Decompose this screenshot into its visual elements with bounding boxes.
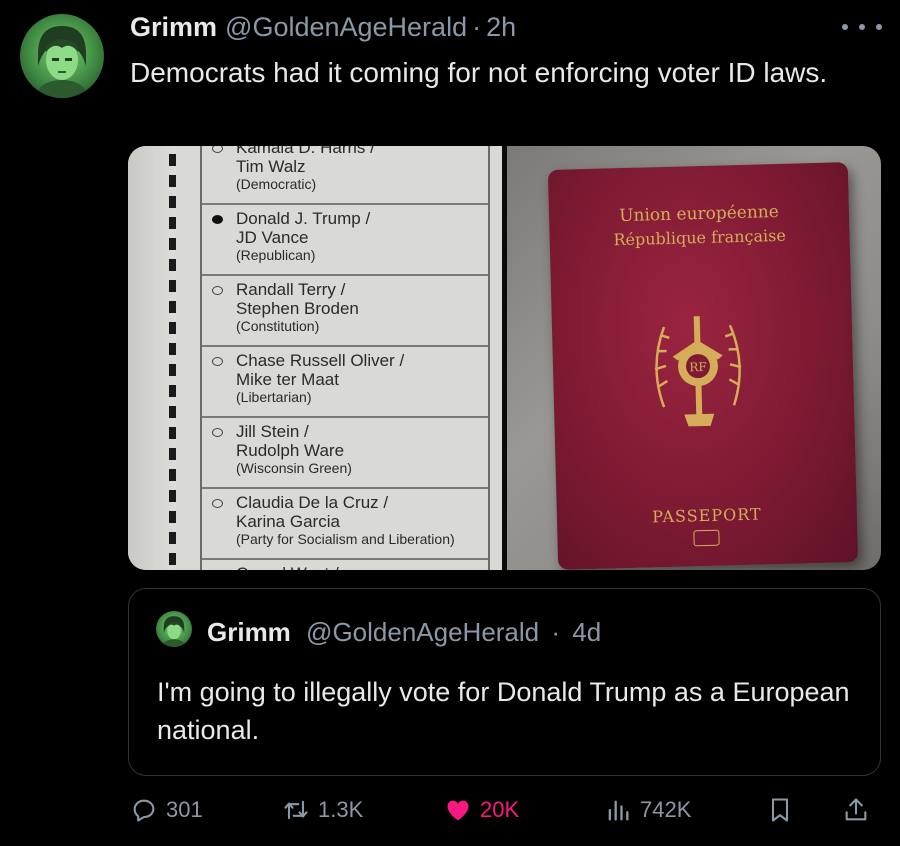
ballot-candidate-row: Claudia De la Cruz / Karina Garcia (Party … [202, 489, 488, 560]
ballot-timing-strip [128, 146, 176, 570]
ballot-bubble [212, 286, 223, 295]
ballot-candidate-row: Jill Stein / Rudolph Ware (Wisconsin Green… [202, 418, 488, 489]
ballot-candidate-row: Chase Russell Oliver / Mike ter Maat (Libe… [202, 347, 488, 418]
repost-icon [284, 800, 308, 820]
repost-count: 1.3K [318, 797, 364, 822]
like-count: 20K [480, 797, 520, 822]
ballot-candidate-line1: Claudia De la Cruz / [236, 493, 389, 512]
biometric-chip-icon [693, 529, 720, 547]
ballot-candidate-party: (Constitution) [236, 318, 320, 334]
avatar-portrait-icon [162, 616, 186, 647]
ballot-candidate-party: (Democratic) [236, 176, 317, 192]
ballot-timing-mark [169, 511, 176, 523]
ballot-candidate-line2: Karina Garcia [236, 512, 340, 531]
ballot-timing-mark [169, 154, 176, 166]
ballot-candidate-line1: Donald J. Trump / [236, 209, 371, 228]
ballot-timing-mark [169, 364, 176, 376]
ballot-bubble-filled [212, 215, 223, 224]
quoted-author-handle[interactable]: @GoldenAgeHerald [306, 617, 539, 647]
ballot-candidate-line2: Rudolph Ware [236, 441, 345, 460]
ballot-candidate-list: Kamala D. Harris / Tim Walz (Democratic) Do… [200, 146, 490, 570]
share-button[interactable] [842, 790, 870, 830]
ballot-candidate-line2: Tim Walz [236, 157, 306, 176]
ballot-candidate-party: (Republican) [236, 247, 316, 263]
ballot-candidate-line1: Cornel West / [236, 560, 488, 570]
post-text: Democrats had it coming for not enforcin… [130, 57, 828, 88]
ballot-timing-mark [169, 196, 176, 208]
ballot-candidate-line1: Chase Russell Oliver / [236, 351, 405, 370]
ballot-timing-mark [169, 175, 176, 187]
ballot-timing-mark [169, 217, 176, 229]
views-chart-icon [608, 800, 629, 821]
french-emblem-icon: RF [654, 316, 742, 427]
ballot-candidate-line2: Stephen Broden [236, 299, 359, 318]
quoted-post-time[interactable]: 4d [572, 617, 601, 647]
ballot-candidate-line1: Randall Terry / [236, 280, 346, 299]
post-header: Grimm @GoldenAgeHerald · 2h [130, 10, 516, 44]
ballot-candidate-line2: Mike ter Maat [236, 370, 339, 389]
ballot-timing-mark [169, 280, 176, 292]
ballot-timing-mark [169, 301, 176, 313]
ballot-candidate-line1: Jill Stein / [236, 422, 309, 441]
svg-text:RF: RF [689, 360, 707, 374]
ballot-candidate-line2: JD Vance [236, 228, 309, 247]
quoted-author-name[interactable]: Grimm [207, 617, 291, 647]
like-button[interactable]: 20K [444, 790, 519, 830]
author-name[interactable]: Grimm [130, 12, 217, 43]
ballot-timing-mark [169, 406, 176, 418]
ballot-candidate-party: (Libertarian) [236, 389, 312, 405]
quoted-post-header: Grimm @GoldenAgeHerald · 4d [207, 617, 601, 648]
passport-union-text: Union européenne [618, 201, 780, 227]
quoted-post[interactable]: Grimm @GoldenAgeHerald · 4d I'm going to… [128, 588, 881, 776]
ballot-timing-mark [169, 238, 176, 250]
ballot-candidate-line1: Kamala D. Harris / [236, 146, 375, 157]
ballot-timing-mark [169, 322, 176, 334]
reply-button[interactable]: 301 [130, 790, 203, 830]
author-avatar[interactable] [20, 14, 104, 98]
bookmark-button[interactable] [766, 790, 794, 830]
share-icon [845, 798, 867, 821]
ballot-candidate-party: (Party for Socialism and Liberation) [236, 531, 455, 547]
ballot-candidate-row: Randall Terry / Stephen Broden (Constituti… [202, 276, 488, 347]
author-handle[interactable]: @GoldenAgeHerald [225, 12, 467, 43]
ballot-candidate-row: Kamala D. Harris / Tim Walz (Democratic) [202, 146, 488, 205]
ballot-candidate-party: (Wisconsin Green) [236, 460, 352, 476]
ballot-image[interactable]: Kamala D. Harris / Tim Walz (Democratic) Do… [128, 146, 502, 570]
repost-button[interactable]: 1.3K [282, 790, 363, 830]
ballot-bubble [212, 499, 223, 508]
ballot-candidate-row: Donald J. Trump / JD Vance (Republican) [202, 205, 488, 276]
ballot-timing-mark [169, 448, 176, 460]
ballot-timing-mark [169, 469, 176, 481]
quoted-author-avatar[interactable] [156, 611, 192, 647]
views-button[interactable]: 742K [604, 790, 691, 830]
passport-image[interactable]: Union européenne République française RF [507, 146, 881, 570]
more-options-icon[interactable] [842, 18, 882, 36]
heart-icon [447, 800, 469, 821]
ballot-bubble [212, 428, 223, 437]
views-count: 742K [640, 797, 692, 822]
reply-count: 301 [166, 797, 203, 822]
post-media[interactable]: Kamala D. Harris / Tim Walz (Democratic) Do… [128, 146, 881, 570]
ballot-timing-mark [169, 427, 176, 439]
ballot-timing-mark [169, 532, 176, 544]
passport-republic-text: République française [613, 225, 787, 250]
ballot-candidate-row: Cornel West / [202, 560, 488, 570]
bookmark-icon [771, 798, 789, 822]
ballot-timing-mark [169, 385, 176, 397]
reply-icon [133, 799, 155, 822]
post-time[interactable]: 2h [486, 12, 516, 43]
ballot-timing-mark [169, 490, 176, 502]
header-separator: · [472, 11, 482, 42]
passport-cover: Union européenne République française RF [547, 162, 859, 570]
quoted-post-text: I'm going to illegally vote for Donald T… [157, 677, 850, 745]
ballot-timing-mark [169, 553, 176, 565]
ballot-timing-mark [169, 343, 176, 355]
ballot-bubble [212, 146, 223, 153]
avatar-portrait-icon [34, 26, 90, 98]
ballot-timing-mark [169, 259, 176, 271]
ballot-bubble [212, 357, 223, 366]
passport-label: PASSEPORT [651, 504, 762, 527]
post-actions-bar: 301 1.3K 20K 742K [130, 790, 880, 830]
quoted-header-separator: · [551, 617, 561, 647]
